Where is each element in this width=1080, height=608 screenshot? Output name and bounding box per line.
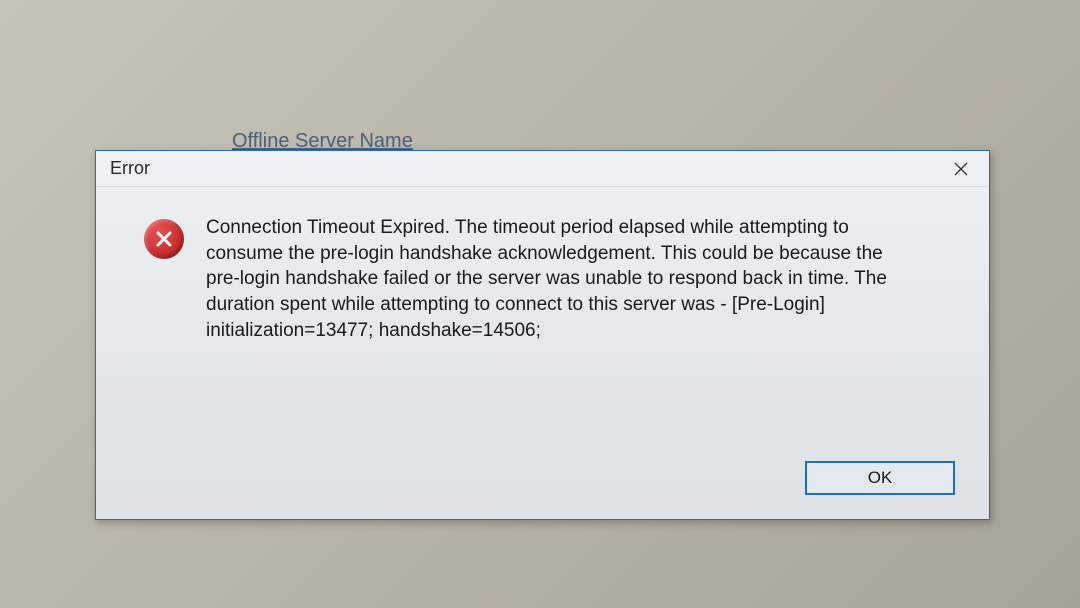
close-icon xyxy=(954,162,968,176)
x-icon xyxy=(154,229,174,249)
dialog-footer: OK xyxy=(96,461,989,519)
error-icon-wrap xyxy=(144,215,188,451)
close-button[interactable] xyxy=(941,155,981,183)
ok-button[interactable]: OK xyxy=(805,461,955,495)
dialog-message: Connection Timeout Expired. The timeout … xyxy=(206,215,906,451)
dialog-content: Connection Timeout Expired. The timeout … xyxy=(96,187,989,461)
error-dialog: Error Connection Timeout Expired. The ti… xyxy=(95,150,990,520)
dialog-titlebar: Error xyxy=(96,151,989,187)
dialog-title: Error xyxy=(110,158,150,179)
error-icon xyxy=(144,219,184,259)
